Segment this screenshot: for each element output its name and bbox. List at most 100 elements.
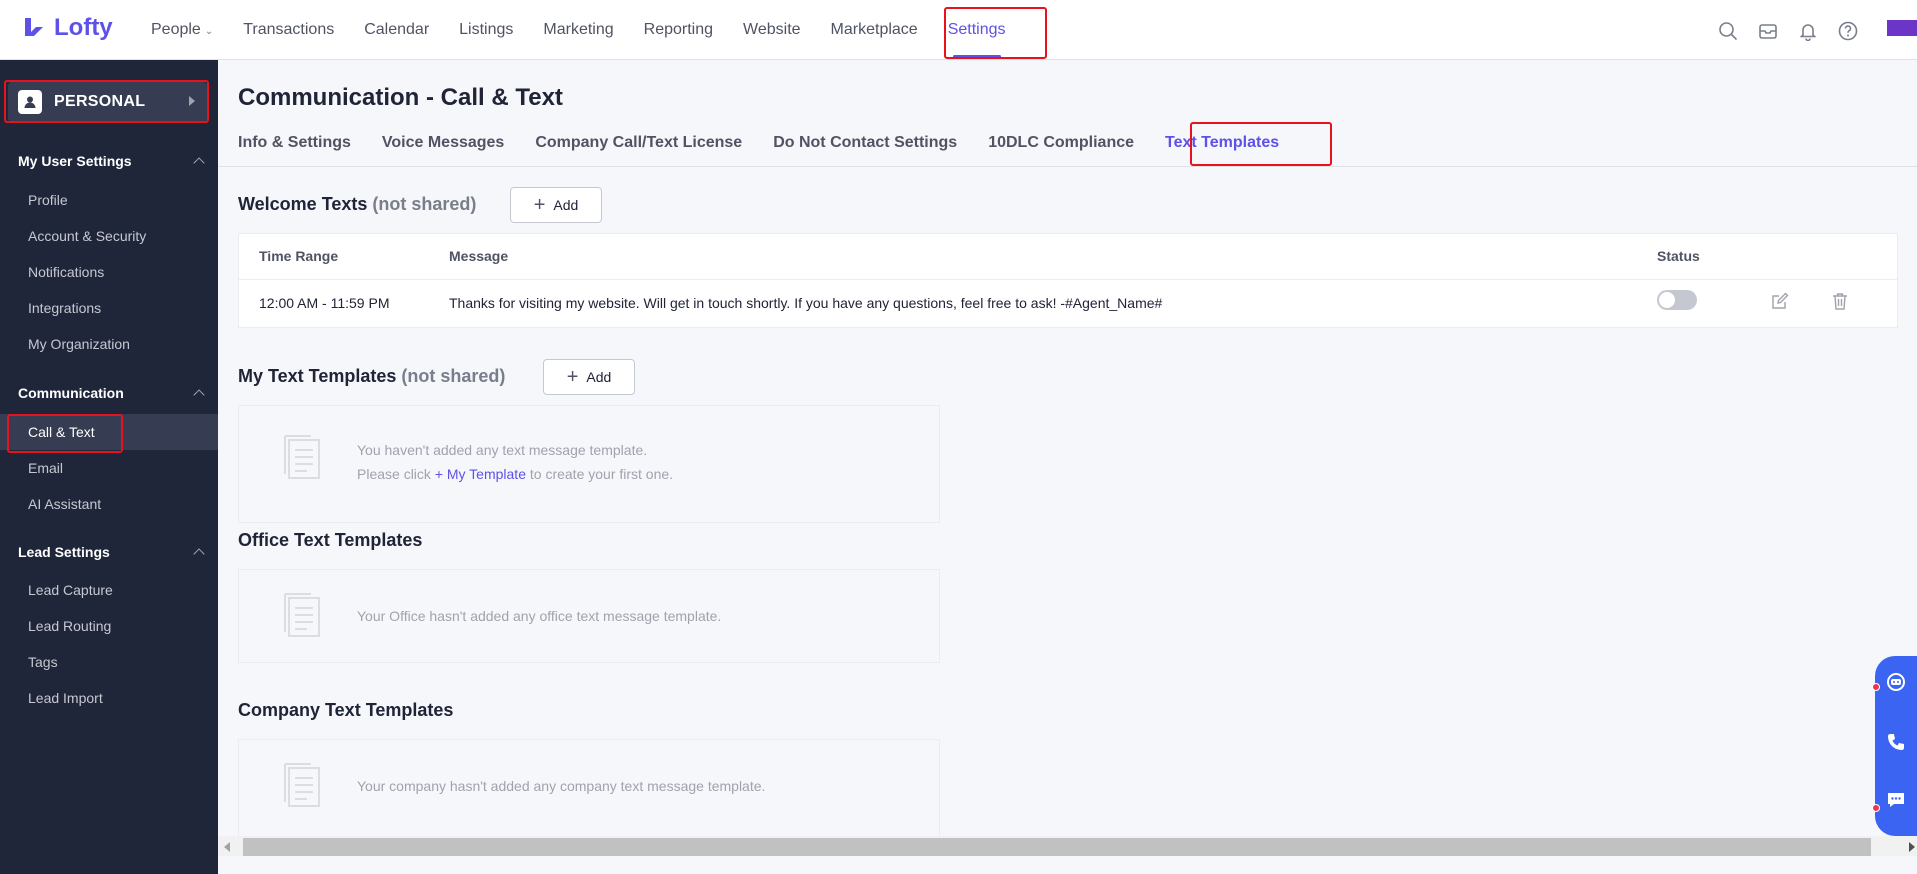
document-icon (284, 593, 320, 637)
sidebar-item-call-text[interactable]: Call & Text (28, 424, 95, 440)
sidebar-item-my-organization[interactable]: My Organization (28, 336, 130, 352)
document-icon (284, 763, 320, 807)
personal-label: PERSONAL (54, 93, 146, 110)
tab-info-settings[interactable]: Info & Settings (238, 134, 351, 170)
message-icon[interactable] (1882, 786, 1910, 814)
empty-line-2-prefix: Please click (357, 466, 431, 482)
sidebar-item-lead-capture[interactable]: Lead Capture (28, 582, 113, 598)
caret-right-icon (189, 96, 195, 106)
search-icon[interactable] (1715, 18, 1741, 44)
tab-do-not-contact-settings[interactable]: Do Not Contact Settings (773, 134, 957, 170)
nav-marketplace[interactable]: Marketplace (816, 0, 933, 60)
empty-line-1: You haven't added any text message templ… (357, 442, 648, 458)
welcome-title-text: Welcome Texts (238, 194, 368, 214)
tab-voice-messages[interactable]: Voice Messages (382, 134, 504, 170)
sidebar-item-email[interactable]: Email (28, 460, 63, 476)
tab-company-call-text-license[interactable]: Company Call/Text License (535, 134, 742, 170)
nav-transactions[interactable]: Transactions (228, 0, 349, 60)
empty-line-2: Please click + My Template to create you… (357, 462, 673, 486)
page-title: Communication - Call & Text (238, 84, 563, 111)
section-lead-settings[interactable]: Lead Settings (18, 544, 205, 560)
nav-website[interactable]: Website (728, 0, 816, 60)
floating-contact-widget (1872, 656, 1917, 836)
nav-calendar[interactable]: Calendar (349, 0, 444, 60)
plus-icon: + (533, 194, 546, 216)
company-templates-empty-state: Your company hasn't added any company te… (238, 739, 940, 839)
welcome-texts-table: Time Range Message Status 12:00 AM - 11:… (238, 233, 1898, 328)
tabs-divider (218, 166, 1917, 167)
chevron-up-icon (193, 157, 205, 169)
top-icon-group (1715, 18, 1861, 44)
document-icon (284, 435, 320, 479)
my-text-templates-title: My Text Templates (not shared) (238, 366, 505, 387)
column-header-time-range: Time Range (259, 248, 339, 264)
office-text-templates-title: Office Text Templates (238, 530, 423, 550)
nav-people[interactable]: People ⌄ (136, 0, 228, 60)
sidebar-item-lead-import[interactable]: Lead Import (28, 690, 103, 706)
add-my-template-button[interactable]: + Add (543, 359, 635, 395)
scrollbar-thumb[interactable] (243, 838, 1871, 856)
section-title: Lead Settings (18, 544, 110, 560)
sidebar-item-tags[interactable]: Tags (28, 654, 58, 670)
not-shared-label: (not shared) (401, 366, 506, 386)
phone-icon[interactable] (1882, 728, 1910, 756)
lofty-logo[interactable]: Lofty (22, 14, 113, 42)
my-template-link[interactable]: + My Template (435, 466, 526, 482)
scroll-right-arrow-icon[interactable] (1909, 842, 1915, 852)
section-title: Communication (18, 385, 124, 401)
nav-reporting[interactable]: Reporting (629, 0, 728, 60)
scroll-left-arrow-icon[interactable] (224, 842, 230, 852)
chevron-up-icon (193, 548, 205, 560)
lofty-logo-icon (22, 15, 48, 41)
user-icon (18, 90, 42, 114)
nav-marketing[interactable]: Marketing (528, 0, 628, 60)
cell-time-range: 12:00 AM - 11:59 PM (259, 295, 390, 311)
add-label: Add (586, 369, 612, 385)
status-toggle[interactable] (1657, 290, 1697, 310)
logo-text: Lofty (54, 14, 113, 41)
plus-icon: + (566, 366, 579, 388)
tab-bar: Info & Settings Voice Messages Company C… (238, 134, 1279, 170)
main-nav: People ⌄ Transactions Calendar Listings M… (136, 0, 1021, 60)
sidebar-item-integrations[interactable]: Integrations (28, 300, 101, 316)
nav-settings[interactable]: Settings (933, 0, 1021, 60)
add-label: Add (553, 197, 579, 213)
company-empty-text: Your company hasn't added any company te… (357, 778, 766, 794)
section-my-user-settings[interactable]: My User Settings (18, 153, 205, 169)
sidebar-item-lead-routing[interactable]: Lead Routing (28, 618, 111, 634)
welcome-texts-title: Welcome Texts (not shared) (238, 194, 476, 215)
bell-icon[interactable] (1795, 18, 1821, 44)
sidebar-item-notifications[interactable]: Notifications (28, 264, 104, 280)
company-text-templates-title: Company Text Templates (238, 700, 454, 720)
tab-text-templates[interactable]: Text Templates (1165, 134, 1279, 170)
tab-10dlc-compliance[interactable]: 10DLC Compliance (988, 134, 1134, 170)
chevron-down-icon: ⌄ (204, 26, 214, 37)
user-avatar[interactable] (1887, 20, 1917, 36)
personal-switcher[interactable]: PERSONAL (8, 82, 207, 122)
horizontal-scrollbar[interactable] (218, 836, 1917, 856)
cell-message: Thanks for visiting my website. Will get… (449, 295, 1163, 311)
table-divider (239, 279, 1897, 280)
help-icon[interactable] (1835, 18, 1861, 44)
sidebar-item-account-security[interactable]: Account & Security (28, 228, 146, 244)
section-title: My User Settings (18, 153, 132, 169)
nav-people-label: People (151, 21, 201, 38)
add-welcome-text-button[interactable]: + Add (510, 187, 602, 223)
chevron-up-icon (193, 389, 205, 401)
sidebar-item-profile[interactable]: Profile (28, 192, 68, 208)
edit-icon[interactable] (1771, 292, 1789, 310)
office-templates-empty-state: Your Office hasn't added any office text… (238, 569, 940, 663)
nav-listings[interactable]: Listings (444, 0, 528, 60)
trash-icon[interactable] (1831, 292, 1849, 310)
inbox-icon[interactable] (1755, 18, 1781, 44)
toggle-knob (1659, 292, 1675, 308)
top-navigation-bar: Lofty People ⌄ Transactions Calendar List… (0, 0, 1917, 60)
notification-dot (1872, 804, 1880, 812)
settings-sidebar: PERSONAL My User Settings Profile Accoun… (0, 60, 218, 874)
sidebar-item-ai-assistant[interactable]: AI Assistant (28, 496, 101, 512)
column-header-status: Status (1657, 248, 1700, 264)
main-content: Communication - Call & Text Info & Setti… (218, 60, 1917, 874)
empty-line-2-suffix: to create your first one. (529, 466, 674, 482)
chat-bot-icon[interactable] (1882, 668, 1910, 696)
section-communication[interactable]: Communication (18, 385, 205, 401)
